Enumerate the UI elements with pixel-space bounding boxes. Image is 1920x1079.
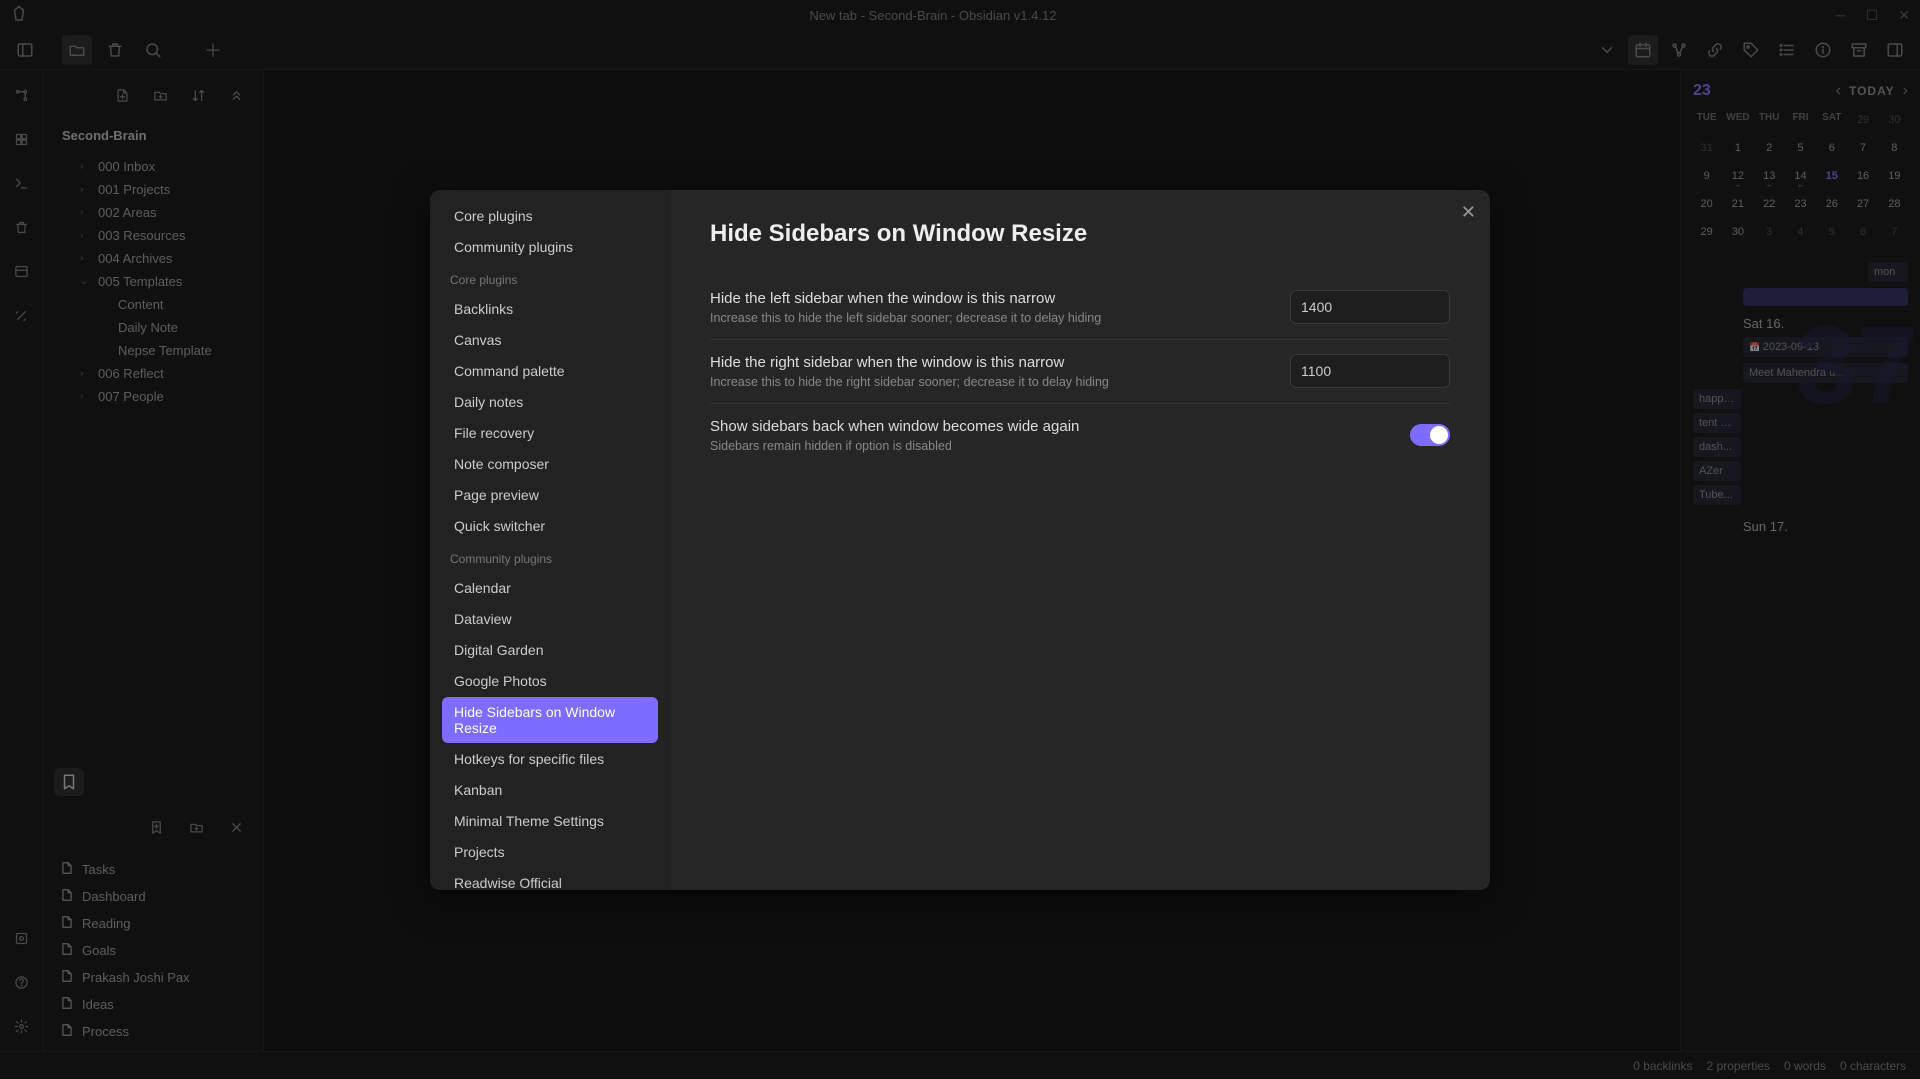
left-threshold-input[interactable]	[1290, 290, 1450, 324]
nav-item[interactable]: Dataview	[442, 604, 658, 634]
nav-section-core: Core plugins	[438, 263, 662, 293]
nav-item[interactable]: Hide Sidebars on Window Resize	[442, 697, 658, 743]
setting-label: Hide the right sidebar when the window i…	[710, 354, 1270, 371]
setting-label: Hide the left sidebar when the window is…	[710, 290, 1270, 307]
setting-label: Show sidebars back when window becomes w…	[710, 418, 1390, 435]
settings-title: Hide Sidebars on Window Resize	[710, 220, 1450, 248]
nav-section-community: Community plugins	[438, 542, 662, 572]
right-threshold-input[interactable]	[1290, 354, 1450, 388]
nav-item[interactable]: Page preview	[442, 480, 658, 510]
settings-nav: Core pluginsCommunity plugins Core plugi…	[430, 190, 670, 890]
nav-item[interactable]: Hotkeys for specific files	[442, 744, 658, 774]
setting-left-threshold: Hide the left sidebar when the window is…	[710, 276, 1450, 340]
show-back-toggle[interactable]	[1410, 424, 1450, 446]
nav-item[interactable]: Digital Garden	[442, 635, 658, 665]
modal-backdrop[interactable]: ✕ Core pluginsCommunity plugins Core plu…	[0, 0, 1920, 1079]
nav-item[interactable]: Calendar	[442, 573, 658, 603]
nav-item[interactable]: Google Photos	[442, 666, 658, 696]
nav-item[interactable]: Quick switcher	[442, 511, 658, 541]
modal-close-button[interactable]: ✕	[1461, 202, 1476, 223]
nav-item[interactable]: Community plugins	[442, 232, 658, 262]
nav-item[interactable]: Command palette	[442, 356, 658, 386]
settings-panel: Hide Sidebars on Window Resize Hide the …	[670, 190, 1490, 890]
setting-desc: Increase this to hide the left sidebar s…	[710, 311, 1270, 325]
nav-item[interactable]: Projects	[442, 837, 658, 867]
setting-show-back: Show sidebars back when window becomes w…	[710, 404, 1450, 467]
nav-item[interactable]: Core plugins	[442, 201, 658, 231]
settings-modal: ✕ Core pluginsCommunity plugins Core plu…	[430, 190, 1490, 890]
setting-desc: Sidebars remain hidden if option is disa…	[710, 439, 1390, 453]
nav-item[interactable]: Kanban	[442, 775, 658, 805]
nav-item[interactable]: Backlinks	[442, 294, 658, 324]
setting-right-threshold: Hide the right sidebar when the window i…	[710, 340, 1450, 404]
nav-item[interactable]: Canvas	[442, 325, 658, 355]
nav-item[interactable]: Daily notes	[442, 387, 658, 417]
nav-item[interactable]: Readwise Official	[442, 868, 658, 890]
nav-item[interactable]: File recovery	[442, 418, 658, 448]
nav-item[interactable]: Minimal Theme Settings	[442, 806, 658, 836]
nav-item[interactable]: Note composer	[442, 449, 658, 479]
setting-desc: Increase this to hide the right sidebar …	[710, 375, 1270, 389]
